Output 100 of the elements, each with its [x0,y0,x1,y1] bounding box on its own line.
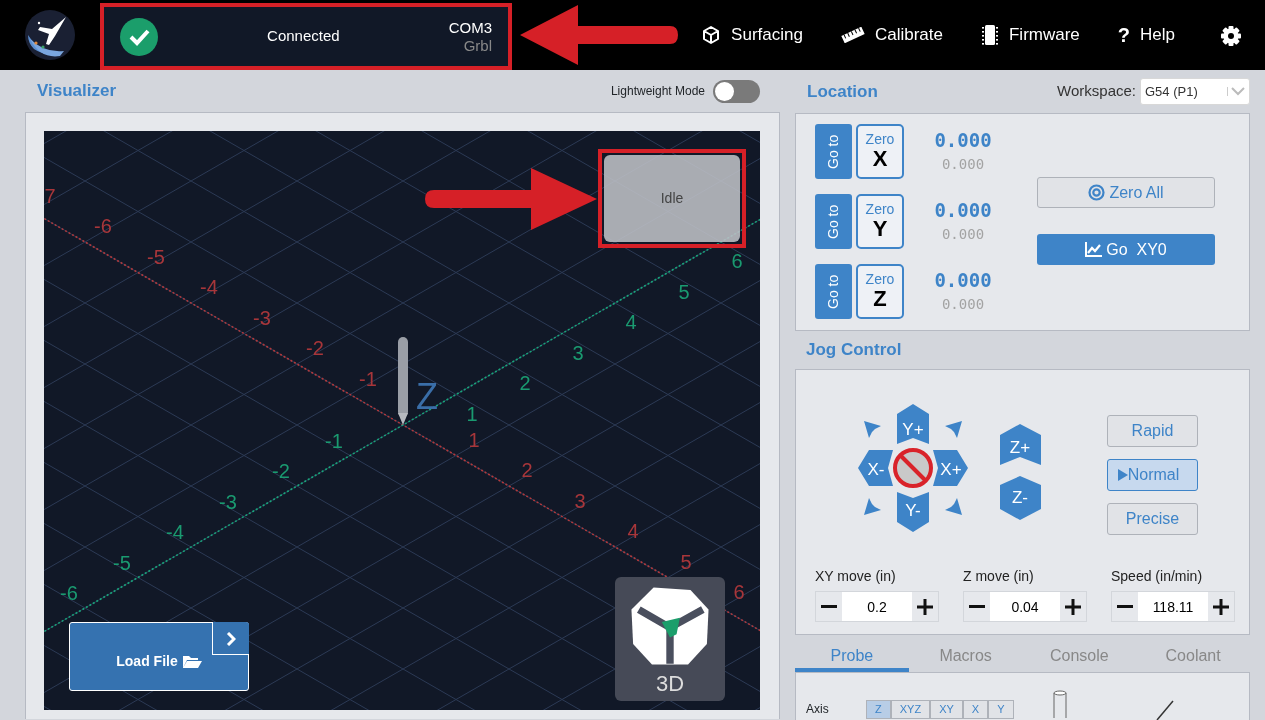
axis-option-button[interactable]: X [962,700,989,719]
speed-mode-button[interactable]: Precise [1107,503,1198,535]
zero-axis-button[interactable]: Zero X [856,124,904,179]
number-field[interactable]: 0.2 [842,592,912,621]
go-to-button[interactable]: Go to [815,194,852,249]
workspace-select[interactable]: G54 (P1) [1140,78,1250,105]
diagonal-jog-button[interactable] [945,498,962,515]
jog-button[interactable]: Z+ [1000,424,1041,465]
field-label: Axis [806,701,830,718]
toggle-label: Lightweight Mode [610,83,705,100]
jog-button[interactable]: Z- [1000,476,1041,520]
number-stepper[interactable]: 0.2 [815,591,939,622]
diagonal-jog-button[interactable] [864,498,881,515]
number-field[interactable]: 0.04 [990,592,1060,621]
axis-label: 7 [44,184,56,207]
jog-button[interactable]: Y+ [897,404,929,444]
settings-icon [1221,25,1241,46]
axis-label: 1 [466,402,478,425]
zero-axis-button[interactable]: Zero Y [856,194,904,249]
nav-link[interactable]: ? Help [1117,20,1175,50]
axis-label: -1 [325,429,343,452]
axis-option-button[interactable]: XY [930,700,963,719]
chevron-right-icon [226,631,236,646]
toggle-switch[interactable] [713,79,760,103]
workspace-label: Workspace: [1057,81,1136,102]
minus-icon [821,605,837,610]
status-text: Connected [266,26,341,47]
chip-icon [980,24,999,46]
axis-option-button[interactable]: Z [866,700,891,719]
speed-mode-button[interactable]: Normal [1107,459,1198,491]
folder-icon [181,654,202,670]
axis-label: 6 [731,250,743,272]
stop-button[interactable] [893,448,933,488]
axis-label: 3 [572,341,584,364]
cube-icon [701,25,722,45]
axis-label: -4 [200,276,218,298]
go-xy0-button[interactable]: Go XY0 [1037,234,1215,265]
axis-label: -6 [94,215,112,237]
diagonal-jog-button[interactable] [945,421,962,438]
chart-icon [1085,242,1103,257]
jog-button[interactable]: X+ [933,450,968,486]
number-stepper[interactable]: 0.04 [963,591,1087,622]
plus-icon [1213,599,1229,616]
axis-label: 2 [521,459,533,481]
axis-label: 3 [574,489,586,512]
settings-button[interactable] [1221,23,1241,47]
nav-link[interactable]: Calibrate [840,22,943,48]
field-label: Speed (in/min) [1111,567,1204,586]
tab[interactable]: Coolant [1136,640,1250,672]
go-to-button[interactable]: Go to [815,264,852,319]
axis-label: 2 [519,372,531,394]
axis-label: -5 [113,551,131,574]
axis-label: 5 [680,550,692,573]
jog-button[interactable]: Y- [897,492,929,532]
axis-label: -3 [219,490,237,513]
tab[interactable]: Macros [908,640,1023,672]
plus-icon [917,599,933,616]
plus-icon [1065,599,1081,616]
panel-title: Location [807,80,878,103]
jog-button[interactable]: X- [858,450,893,486]
caret-icon [1227,87,1245,96]
machine-position: 0.000 [941,294,985,314]
go-to-button[interactable]: Go to [815,124,852,179]
file-menu-button[interactable] [212,622,249,655]
nav-link[interactable]: Surfacing [701,22,803,48]
number-field[interactable]: 118.11 [1138,592,1208,621]
panel-title: Visualizer [37,80,117,103]
port-text: COM3 [448,18,492,37]
probe-line-drawing [1155,700,1174,720]
axis-label: -6 [60,582,78,604]
axis-label: -2 [306,337,324,359]
load-file-button[interactable]: Load File [69,622,249,691]
nav-link[interactable]: Firmware [980,22,1080,48]
speed-mode-button[interactable]: Rapid [1107,415,1198,447]
number-stepper[interactable]: 118.11 [1111,591,1235,622]
axis-label: -1 [359,367,377,390]
machine-position: 0.000 [941,154,985,174]
axis-option-button[interactable]: XYZ [890,700,931,719]
play-icon [1117,469,1128,481]
diagonal-jog-button[interactable] [864,421,881,438]
field-label: Z move (in) [963,567,1035,586]
axis-label: 1 [468,428,480,451]
axis-label: 4 [627,520,639,542]
firmware-text: Grbl [463,36,492,55]
field-label: XY move (in) [815,567,897,586]
minus-icon [1117,605,1133,610]
axis-label: -5 [147,245,165,268]
tab[interactable]: Console [1022,640,1137,672]
help-icon: ? [1117,20,1131,50]
work-position: 0.000 [934,197,992,222]
axis-option-button[interactable]: Y [988,700,1014,719]
zero-all-button[interactable]: Zero All [1037,177,1215,208]
axis-label: -3 [253,306,271,329]
axis-label: -4 [166,521,184,543]
probe-drawing [1051,690,1068,718]
zero-axis-button[interactable]: Zero Z [856,264,904,319]
target-icon [1088,184,1106,201]
status-indicator: Idle [604,155,740,242]
view-cube-button[interactable]: 3D [615,577,725,701]
axis-label: 5 [678,280,690,303]
